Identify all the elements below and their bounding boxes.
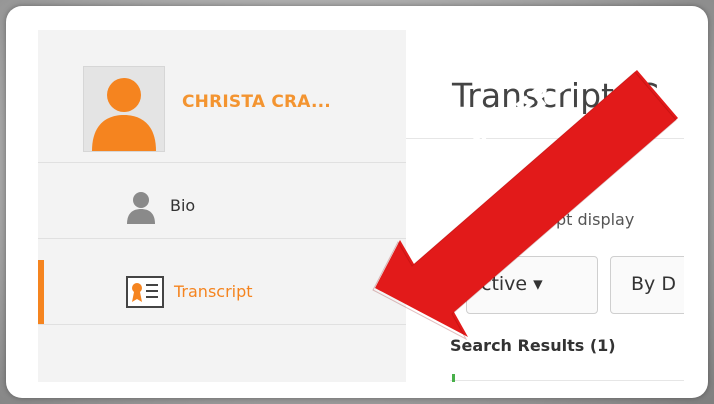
user-name-link[interactable]: CHRISTA CRA... bbox=[182, 92, 331, 112]
search-results-count: Search Results (1) bbox=[450, 336, 616, 355]
bio-person-icon bbox=[126, 190, 156, 228]
transcript-certificate-icon bbox=[126, 276, 164, 312]
screenshot-card: CHRISTA CRA... Bio Transcript Transcript… bbox=[6, 6, 708, 398]
active-filter-dropdown[interactable]: ctive ▾ bbox=[466, 256, 598, 314]
sidebar: CHRISTA CRA... Bio Transcript bbox=[38, 30, 406, 382]
by-date-filter-button[interactable]: By D bbox=[610, 256, 684, 314]
sidebar-item-bio[interactable]: Bio bbox=[38, 176, 406, 239]
status-marker bbox=[452, 374, 455, 382]
profile-header: CHRISTA CRA... bbox=[38, 30, 406, 163]
divider bbox=[406, 138, 684, 139]
sidebar-item-transcript[interactable]: Transcript bbox=[38, 260, 406, 325]
description-text: pt display bbox=[556, 210, 635, 229]
user-avatar-icon[interactable] bbox=[83, 66, 165, 152]
sidebar-item-label: Bio bbox=[170, 196, 196, 215]
active-indicator bbox=[38, 260, 44, 324]
sidebar-item-label: Transcript bbox=[174, 282, 253, 301]
divider bbox=[450, 380, 684, 381]
